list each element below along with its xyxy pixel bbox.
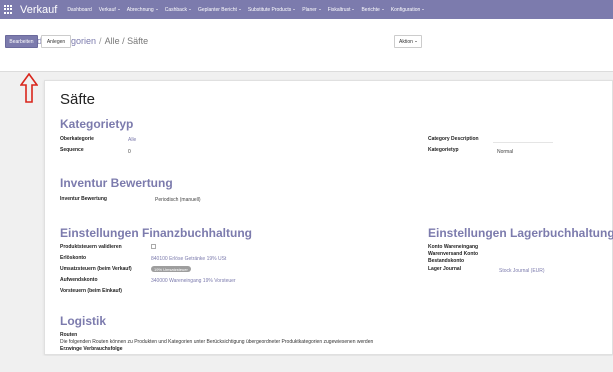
menu-item-abrechnung[interactable]: Abrechnung bbox=[127, 7, 158, 13]
menu-item-label: Dashboard bbox=[67, 6, 92, 13]
category-description-field[interactable] bbox=[493, 142, 553, 143]
menu-item-label: Verkauf bbox=[98, 6, 116, 13]
apps-grid-icon[interactable] bbox=[4, 4, 14, 15]
chevron-down-icon bbox=[318, 8, 321, 10]
form-sheet: Säfte Kategorietyp Oberkategorie Alle Se… bbox=[44, 80, 613, 355]
red-up-arrow-icon bbox=[20, 73, 38, 103]
menu-item-cashback[interactable]: Cashback bbox=[165, 7, 191, 13]
chevron-down-icon bbox=[381, 8, 384, 10]
sequence-label: Sequence bbox=[60, 147, 84, 153]
menu-item-label: Konfiguration bbox=[390, 6, 421, 13]
aufwendskonto-label: Aufwendskonto bbox=[60, 277, 98, 283]
umsatzsteuer-tag[interactable]: 19% Umsatzsteuer bbox=[151, 266, 191, 272]
kategorietyp-label: Kategorietyp bbox=[428, 147, 459, 153]
sequence-value[interactable]: 0 bbox=[128, 149, 131, 155]
menu-item-label: Planer bbox=[302, 6, 317, 13]
verbrauchsfolge-label: Erzwinge Verbrauchsfolge bbox=[60, 346, 123, 352]
main-menu: Dashboard Verkauf Abrechnung Cashback Geplan… bbox=[67, 6, 425, 13]
routen-label: Routen bbox=[60, 332, 78, 338]
action-dropdown-button[interactable]: Aktion bbox=[394, 35, 422, 48]
category-description-label: Category Description bbox=[428, 136, 479, 142]
menu-item-substitute-products[interactable]: Substitute Products bbox=[247, 6, 296, 13]
section-logistik: Logistik bbox=[60, 314, 107, 328]
bottom-background bbox=[0, 356, 613, 372]
menu-item-berichte[interactable]: Berichte bbox=[361, 6, 384, 13]
oberkategorie-label: Oberkategorie bbox=[60, 136, 94, 142]
kategorietyp-value[interactable]: Normal bbox=[497, 149, 513, 155]
menu-item-label: Berichte bbox=[361, 6, 380, 13]
chevron-down-icon bbox=[414, 41, 417, 42]
menu-item-geplanter-bericht[interactable]: Geplanter Bericht bbox=[198, 7, 241, 13]
app-title[interactable]: Verkauf bbox=[20, 4, 57, 16]
menu-item-label: Fiskaltrust bbox=[327, 6, 351, 13]
menu-item-dashboard[interactable]: Dashboard bbox=[67, 7, 91, 13]
bestandskonto-label: Bestandskonto bbox=[428, 258, 465, 264]
menu-item-label: Substitute Products bbox=[247, 6, 292, 13]
lager-journal-value[interactable]: Stock Journal (EUR) bbox=[499, 268, 545, 274]
vorsteuern-label: Vorsteuern (beim Einkauf) bbox=[60, 288, 122, 294]
erloeskonto-label: Erlöskonto bbox=[60, 255, 87, 261]
section-inventur-bewertung: Inventur Bewertung bbox=[60, 176, 173, 190]
umsatzsteuern-label: Umsatzsteuern (beim Verkauf) bbox=[60, 266, 132, 272]
chevron-down-icon bbox=[352, 8, 355, 10]
breadcrumb-current: Alle / Säfte bbox=[104, 36, 149, 46]
menu-item-label: Abrechnung bbox=[126, 6, 154, 13]
warenversand-konto-label: Warenversand Konto bbox=[428, 251, 479, 257]
control-panel: Produktkategorien/Alle / Säfte bbox=[0, 19, 613, 72]
top-navbar: Verkauf Dashboard Verkauf Abrechnung Cashba… bbox=[0, 0, 613, 19]
menu-item-konfiguration[interactable]: Konfiguration bbox=[390, 6, 425, 13]
section-kategorietyp: Kategorietyp bbox=[60, 117, 134, 131]
produktsteuern-label: Produktsteuern validieren bbox=[60, 244, 122, 250]
chevron-down-icon bbox=[155, 8, 158, 10]
chevron-down-icon bbox=[117, 8, 120, 10]
menu-item-planer[interactable]: Planer bbox=[302, 6, 321, 13]
action-label: Aktion bbox=[399, 38, 413, 45]
record-title: Säfte bbox=[60, 91, 96, 108]
menu-item-label: Cashback bbox=[164, 6, 187, 13]
chevron-down-icon bbox=[293, 8, 296, 10]
create-button[interactable]: Anlegen bbox=[41, 35, 71, 48]
chevron-down-icon bbox=[238, 8, 241, 10]
breadcrumb-separator: / bbox=[99, 36, 102, 46]
section-finanzbuchhaltung: Einstellungen Finanzbuchhaltung bbox=[60, 226, 252, 240]
menu-item-fiskaltrust[interactable]: Fiskaltrust bbox=[328, 7, 355, 13]
chevron-down-icon bbox=[188, 8, 191, 10]
routen-help-text: Die folgenden Routen können zu Produkten… bbox=[60, 339, 374, 345]
menu-item-label: Geplanter Bericht bbox=[197, 6, 237, 13]
menu-item-verkauf[interactable]: Verkauf bbox=[99, 7, 120, 13]
inventur-bewertung-label: Inventur Bewertung bbox=[60, 196, 107, 202]
konto-wareneingang-label: Konto Wareneingang bbox=[428, 244, 479, 250]
oberkategorie-value[interactable]: Alle bbox=[128, 137, 136, 143]
aufwendskonto-value[interactable]: 340000 Wareneingang 19% Vorsteuer bbox=[151, 278, 236, 284]
edit-button[interactable]: Bearbeiten bbox=[5, 35, 38, 48]
section-lagerbuchhaltung: Einstellungen Lagerbuchhaltung bbox=[428, 226, 613, 240]
inventur-bewertung-value[interactable]: Periodisch (manuell) bbox=[155, 197, 201, 203]
erloeskonto-value[interactable]: 840100 Erlöse Getränke 19% USt bbox=[151, 256, 226, 262]
lager-journal-label: Lager Journal bbox=[428, 266, 462, 272]
produktsteuern-checkbox[interactable] bbox=[151, 244, 156, 249]
chevron-down-icon bbox=[422, 8, 425, 10]
